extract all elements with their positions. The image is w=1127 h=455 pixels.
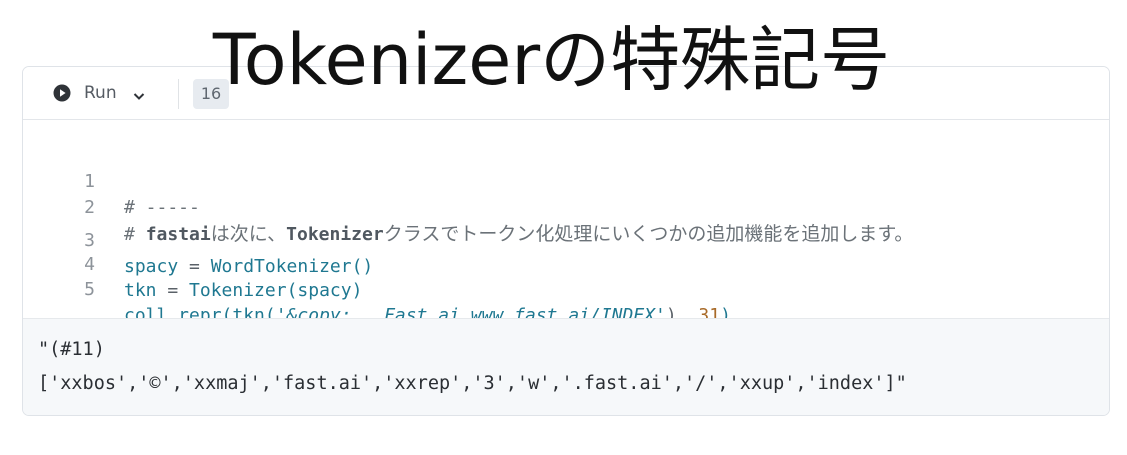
code-line: 1 # ----- [23,143,200,218]
comment-bold: Tokenizer [286,224,384,245]
code-variable: tkn [124,280,157,301]
code-statement: tkn = Tokenizer(spacy) [124,278,362,304]
code-line: 4 tkn = Tokenizer(spacy) [23,226,362,301]
code-argument: spacy [297,280,352,301]
code-call: Tokenizer( [189,280,298,301]
code-comment: # ----- [124,197,200,218]
cell-output: "(#11) ['xxbos','©','xxmaj','fast.ai','x… [23,318,1109,415]
code-paren: ) [351,280,363,301]
comment-prefix: # [124,224,146,245]
comment-bold: fastai [145,224,211,245]
code-call: WordTokenizer() [210,256,374,277]
code-operator: = [178,256,211,277]
code-operator: = [156,280,190,301]
output-line: ['xxbos','©','xxmaj','fast.ai','xxrep','… [38,373,907,394]
code-comment: # fastaiは次に、Tokenizerクラスでトークン化処理にいくつかの追加… [124,221,913,248]
comment-text: は次に、 [210,223,287,245]
code-variable: spacy [124,256,179,277]
code-line: 2 # fastaiは次に、Tokenizerクラスでトークン化処理にいくつかの… [23,169,913,245]
code-line: 5 coll_repr(tkn('&copy; Fast.ai www.fast… [23,251,731,326]
output-line: "(#11) [38,339,105,360]
code-line: 3 spacy = WordTokenizer() [23,202,373,277]
comment-text: クラスでトークン化処理にいくつかの追加機能を追加します。 [383,223,914,245]
code-statement: spacy = WordTokenizer() [124,254,373,280]
slide-title: Tokenizerの特殊記号 [212,19,891,101]
notebook-cell: Run 16 1 # ----- 2 # fastaiは次に、Tokenizer… [22,66,1110,416]
code-editor[interactable]: 1 # ----- 2 # fastaiは次に、Tokenizerクラスでトーク… [23,120,1109,370]
line-number: 5 [84,279,95,300]
